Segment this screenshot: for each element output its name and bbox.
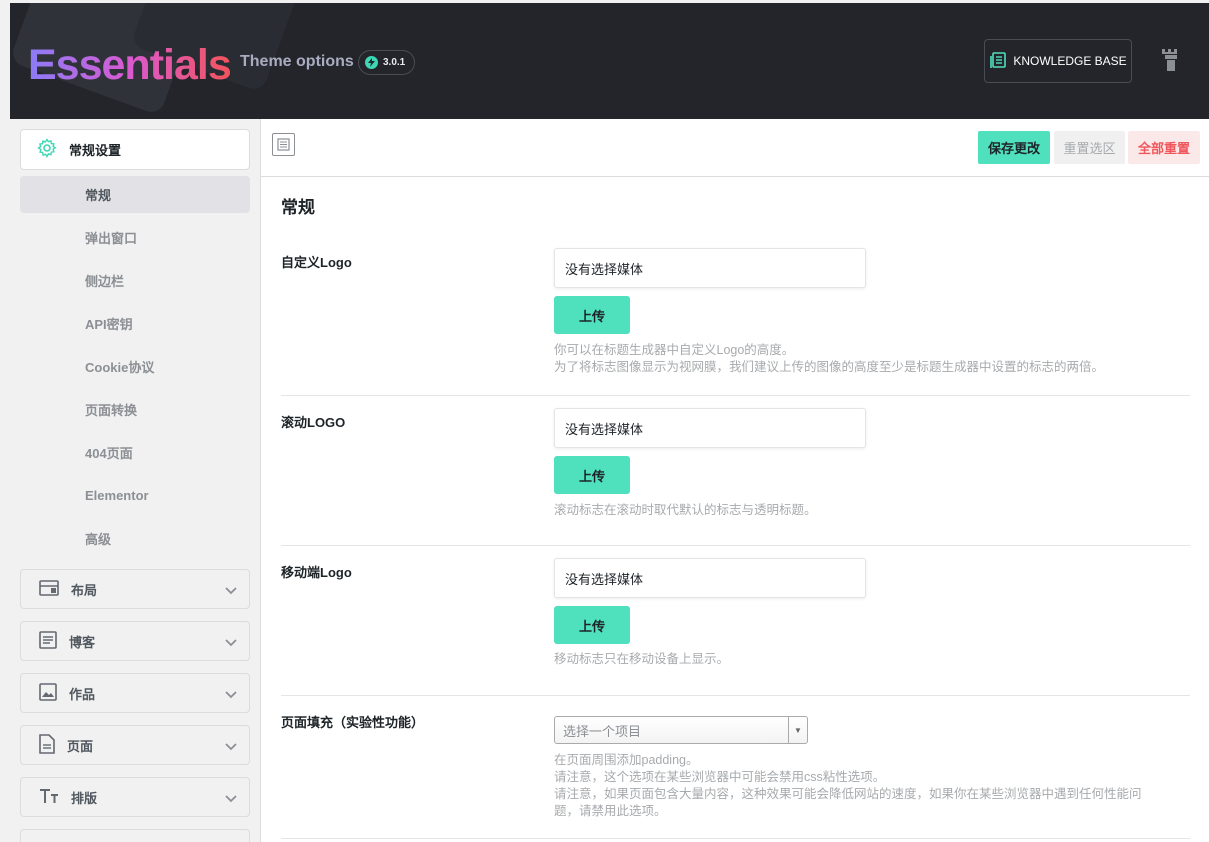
brand-logo: Essentials [28, 41, 232, 89]
option-label: 页面填充（实验性功能） [281, 715, 425, 730]
description-line: 滚动标志在滚动时取代默认的标志与透明标题。 [554, 503, 817, 517]
description-line: 移动标志只在移动设备上显示。 [554, 652, 730, 666]
option-description: 你可以在标题生成器中自定义Logo的高度。 为了将标志图像显示为视网膜，我们建议… [554, 342, 1104, 376]
sidebar-item-general-settings[interactable]: 常规设置 [20, 129, 250, 170]
chevron-down-icon [225, 583, 237, 598]
app-header: Essentials Theme options 3.0.1 KNOWLEDGE… [10, 3, 1209, 119]
media-field[interactable]: 没有选择媒体 [554, 248, 866, 288]
sub-item-popup[interactable]: 弹出窗口 [20, 219, 250, 256]
option-description: 在页面周围添加padding。 请注意，这个选项在某些浏览器中可能会禁用css粘… [554, 752, 1184, 820]
options-panel: 保存更改 重置选区 全部重置 常规 自定义Logo 没有选择媒体 上传 你可以在… [261, 119, 1209, 842]
bolt-icon [365, 56, 378, 69]
sidebar-section-pages[interactable]: 页面 [20, 725, 250, 765]
version-badge: 3.0.1 [358, 50, 416, 75]
chevron-down-icon [225, 635, 237, 650]
option-description: 滚动标志在滚动时取代默认的标志与透明标题。 [554, 502, 817, 519]
option-row-custom-logo: 自定义Logo 没有选择媒体 上传 你可以在标题生成器中自定义Logo的高度。 … [281, 236, 1190, 396]
page-icon [39, 733, 55, 757]
padding-select[interactable]: 选择一个项目 ▼ [554, 716, 808, 744]
sidebar-section-label: 布局 [71, 582, 98, 598]
upload-button[interactable]: 上传 [554, 296, 630, 334]
sidebar-section-label: 页面 [67, 738, 94, 754]
knowledge-base-label: KNOWLEDGE BASE [1013, 54, 1127, 68]
version-number: 3.0.1 [383, 57, 406, 68]
description-line: 题，请禁用此选项。 [554, 804, 667, 818]
option-row-page-padding: 页面填充（实验性功能） 选择一个项目 ▼ 在页面周围添加padding。 请注意… [281, 696, 1190, 839]
option-row-mobile-logo: 移动端Logo 没有选择媒体 上传 移动标志只在移动设备上显示。 [281, 546, 1190, 696]
media-field[interactable]: 没有选择媒体 [554, 558, 866, 598]
media-field[interactable]: 没有选择媒体 [554, 408, 866, 448]
expand-options-icon[interactable] [272, 133, 295, 156]
sub-item-sidebar[interactable]: 侧边栏 [20, 262, 250, 299]
chevron-down-icon [225, 687, 237, 702]
typography-icon [39, 788, 59, 807]
sub-item-api-keys[interactable]: API密钥 [20, 305, 250, 342]
sub-item-cookie[interactable]: Cookie协议 [20, 348, 250, 385]
sidebar-section-layout[interactable]: 布局 [20, 569, 250, 609]
options-toolbar: 保存更改 重置选区 全部重置 [261, 119, 1209, 177]
chevron-down-icon [225, 791, 237, 806]
sidebar-item-label: 常规设置 [69, 143, 122, 158]
upload-button[interactable]: 上传 [554, 606, 630, 644]
save-changes-button[interactable]: 保存更改 [978, 131, 1050, 164]
sidebar-section-blog[interactable]: 博客 [20, 621, 250, 661]
dropdown-arrow-icon: ▼ [788, 717, 807, 743]
sidebar-section-partial[interactable] [20, 829, 250, 842]
description-line: 请注意，这个选项在某些浏览器中可能会禁用css粘性选项。 [554, 770, 886, 784]
sidebar-section-label: 排版 [71, 790, 98, 806]
layout-icon [39, 579, 59, 599]
chevron-down-icon [225, 739, 237, 754]
portfolio-image-icon [39, 682, 57, 704]
option-row-sticky-logo: 滚动LOGO 没有选择媒体 上传 滚动标志在滚动时取代默认的标志与透明标题。 [281, 396, 1190, 546]
option-description: 移动标志只在移动设备上显示。 [554, 651, 729, 668]
sidebar-section-label: 作品 [69, 686, 96, 702]
option-label: 移动端Logo [281, 565, 352, 580]
reset-section-button[interactable]: 重置选区 [1054, 131, 1125, 164]
description-line: 请注意，如果页面包含大量内容，这种效果可能会降低网站的速度，如果你在某些浏览器中… [554, 787, 1142, 801]
castle-icon[interactable] [1160, 47, 1182, 78]
sub-item-page-transition[interactable]: 页面转换 [20, 391, 250, 428]
select-placeholder: 选择一个项目 [563, 723, 642, 739]
sub-item-advanced[interactable]: 高级 [20, 520, 250, 557]
sidebar-section-typography[interactable]: 排版 [20, 777, 250, 817]
sub-item-404[interactable]: 404页面 [20, 434, 250, 471]
description-line: 在页面周围添加padding。 [554, 753, 699, 767]
description-line: 为了将标志图像显示为视网膜，我们建议上传的图像的高度至少是标题生成器中设置的标志… [554, 360, 1105, 374]
option-label: 自定义Logo [281, 255, 352, 270]
page-title: 常规 [281, 198, 315, 217]
upload-button[interactable]: 上传 [554, 456, 630, 494]
sidebar-section-label: 博客 [69, 634, 96, 650]
option-label: 滚动LOGO [281, 415, 346, 430]
options-sidebar: 常规设置 常规 弹出窗口 侧边栏 API密钥 Cookie协议 页面转换 404… [10, 119, 261, 842]
knowledge-base-button[interactable]: KNOWLEDGE BASE [984, 39, 1132, 83]
reset-all-button[interactable]: 全部重置 [1128, 131, 1200, 164]
blog-icon [39, 630, 57, 652]
header-subtitle: Theme options [240, 53, 354, 70]
sub-item-general[interactable]: 常规 [20, 176, 250, 213]
gear-icon [37, 138, 57, 161]
description-line: 你可以在标题生成器中自定义Logo的高度。 [554, 343, 795, 357]
sub-item-elementor[interactable]: Elementor [20, 477, 250, 514]
book-icon [989, 51, 1007, 72]
sidebar-section-portfolio[interactable]: 作品 [20, 673, 250, 713]
